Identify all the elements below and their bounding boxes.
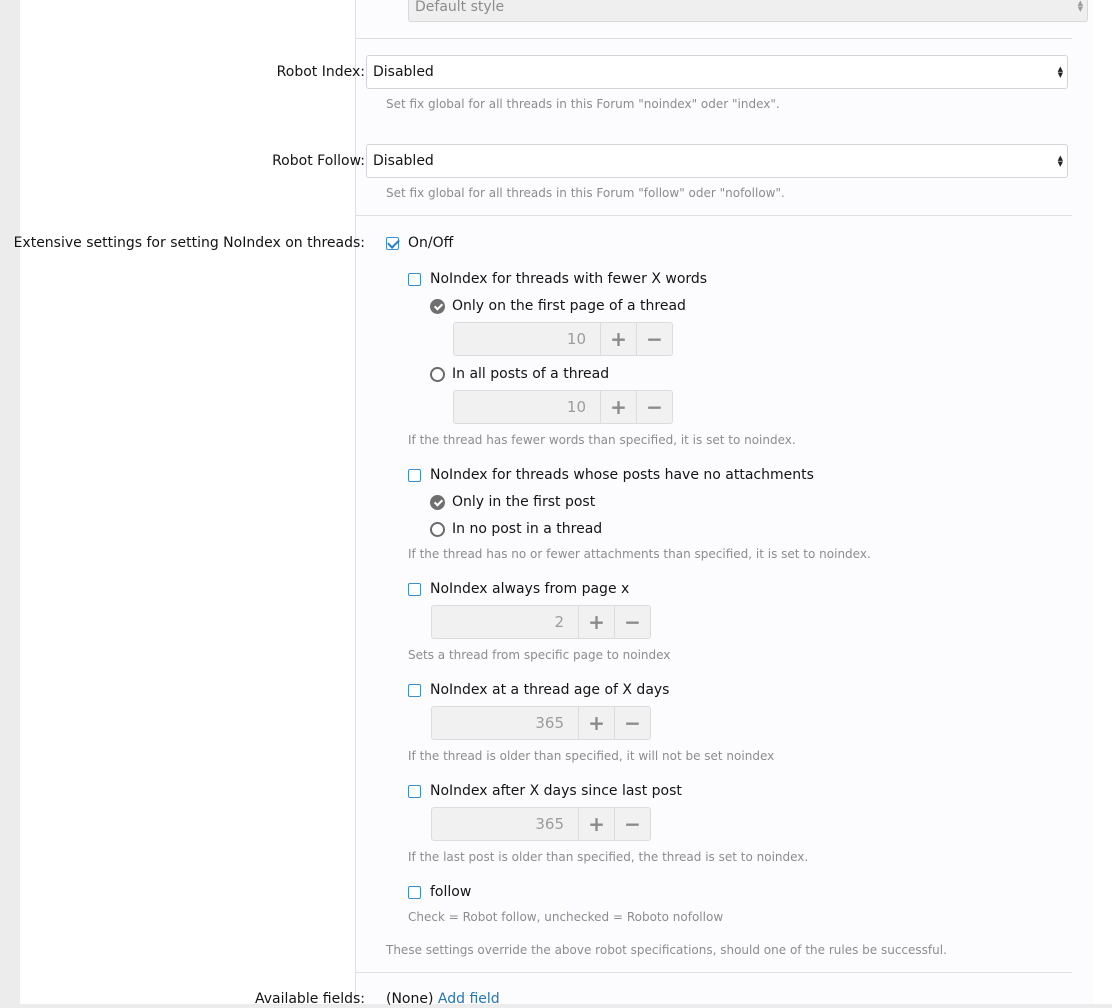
fewer-words-label: NoIndex for threads with fewer X words: [430, 271, 708, 287]
checkbox-icon: [408, 272, 421, 286]
no-post-radio[interactable]: In no post in a thread: [430, 520, 602, 538]
all-posts-radio[interactable]: In all posts of a thread: [430, 365, 609, 383]
checkbox-icon: [408, 683, 421, 697]
select-arrows-icon: ▲ ▼: [1057, 65, 1063, 79]
from-page-checkbox[interactable]: NoIndex always from page x: [408, 580, 629, 598]
onoff-checkbox[interactable]: On/Off: [386, 234, 453, 252]
plus-icon[interactable]: +: [600, 323, 636, 355]
last-post-checkbox[interactable]: NoIndex after X days since last post: [408, 782, 682, 800]
minus-icon[interactable]: −: [636, 391, 672, 423]
robot-follow-hint: Set fix global for all threads in this F…: [386, 186, 785, 200]
first-page-words-stepper[interactable]: 10 + −: [453, 322, 673, 356]
robot-follow-label: Robot Follow:: [272, 153, 365, 169]
robot-follow-select[interactable]: Disabled ▲ ▼: [366, 144, 1068, 178]
minus-icon[interactable]: −: [636, 323, 672, 355]
plus-icon[interactable]: +: [600, 391, 636, 423]
stepper-value[interactable]: 10: [454, 323, 600, 355]
robot-index-select[interactable]: Disabled ▲ ▼: [366, 55, 1068, 89]
add-field-link[interactable]: Add field: [438, 991, 500, 1007]
select-arrows-icon: ▲ ▼: [1077, 0, 1083, 13]
follow-checkbox[interactable]: follow: [408, 883, 471, 901]
robot-index-label: Robot Index:: [276, 64, 365, 80]
robot-index-hint: Set fix global for all threads in this F…: [386, 97, 780, 111]
stepper-value[interactable]: 365: [432, 707, 578, 739]
checkbox-checked-icon: [386, 236, 399, 250]
follow-hint: Check = Robot follow, unchecked = Roboto…: [408, 910, 724, 924]
last-post-label: NoIndex after X days since last post: [430, 783, 682, 799]
no-post-label: In no post in a thread: [452, 521, 603, 537]
radio-icon: [430, 521, 445, 537]
style-select-value: Default style: [415, 0, 505, 15]
fewer-words-checkbox[interactable]: NoIndex for threads with fewer X words: [408, 270, 707, 288]
attachments-hint: If the thread has no or fewer attachment…: [408, 547, 871, 561]
first-post-label: Only in the first post: [452, 494, 596, 510]
minus-icon[interactable]: −: [614, 808, 650, 840]
stepper-value[interactable]: 365: [432, 808, 578, 840]
divider: [356, 38, 1072, 39]
style-select[interactable]: Default style ▲ ▼: [408, 0, 1088, 22]
last-post-stepper[interactable]: 365 + −: [431, 807, 651, 841]
checkbox-icon: [408, 582, 421, 596]
stepper-value[interactable]: 2: [432, 606, 578, 638]
select-arrows-icon: ▲ ▼: [1057, 154, 1063, 168]
from-page-hint: Sets a thread from specific page to noin…: [408, 648, 671, 662]
available-fields-label: Available fields:: [254, 991, 365, 1007]
stepper-value[interactable]: 10: [454, 391, 600, 423]
override-hint: These settings override the above robot …: [386, 943, 947, 957]
thread-age-stepper[interactable]: 365 + −: [431, 706, 651, 740]
plus-icon[interactable]: +: [578, 808, 614, 840]
robot-index-value: Disabled: [373, 64, 434, 80]
from-page-label: NoIndex always from page x: [430, 581, 630, 597]
attachments-checkbox[interactable]: NoIndex for threads whose posts have no …: [408, 466, 814, 484]
radio-icon: [430, 366, 445, 382]
robot-follow-value: Disabled: [373, 153, 434, 169]
first-page-label: Only on the first page of a thread: [452, 298, 686, 314]
last-post-hint: If the last post is older than specified…: [408, 850, 809, 864]
onoff-label: On/Off: [408, 235, 454, 251]
fewer-words-hint: If the thread has fewer words than speci…: [408, 433, 796, 447]
checkbox-icon: [408, 784, 421, 798]
available-fields-value: (None) Add field: [386, 990, 500, 1008]
minus-icon[interactable]: −: [614, 606, 650, 638]
first-post-radio[interactable]: Only in the first post: [430, 493, 595, 511]
checkbox-icon: [408, 885, 421, 899]
plus-icon[interactable]: +: [578, 707, 614, 739]
thread-age-checkbox[interactable]: NoIndex at a thread age of X days: [408, 681, 669, 699]
minus-icon[interactable]: −: [614, 707, 650, 739]
plus-icon[interactable]: +: [578, 606, 614, 638]
radio-checked-icon: [430, 494, 445, 510]
all-posts-words-stepper[interactable]: 10 + −: [453, 390, 673, 424]
radio-checked-icon: [430, 298, 445, 314]
thread-age-label: NoIndex at a thread age of X days: [430, 682, 670, 698]
divider: [356, 215, 1072, 216]
all-posts-label: In all posts of a thread: [452, 366, 610, 382]
follow-label: follow: [430, 884, 472, 900]
checkbox-icon: [408, 468, 421, 482]
extensive-settings-label: Extensive settings for setting NoIndex o…: [13, 235, 365, 251]
thread-age-hint: If the thread is older than specified, i…: [408, 749, 775, 763]
first-page-radio[interactable]: Only on the first page of a thread: [430, 297, 686, 315]
from-page-stepper[interactable]: 2 + −: [431, 605, 651, 639]
attachments-label: NoIndex for threads whose posts have no …: [430, 467, 814, 483]
available-fields-none: (None): [386, 991, 434, 1007]
divider: [356, 972, 1072, 973]
